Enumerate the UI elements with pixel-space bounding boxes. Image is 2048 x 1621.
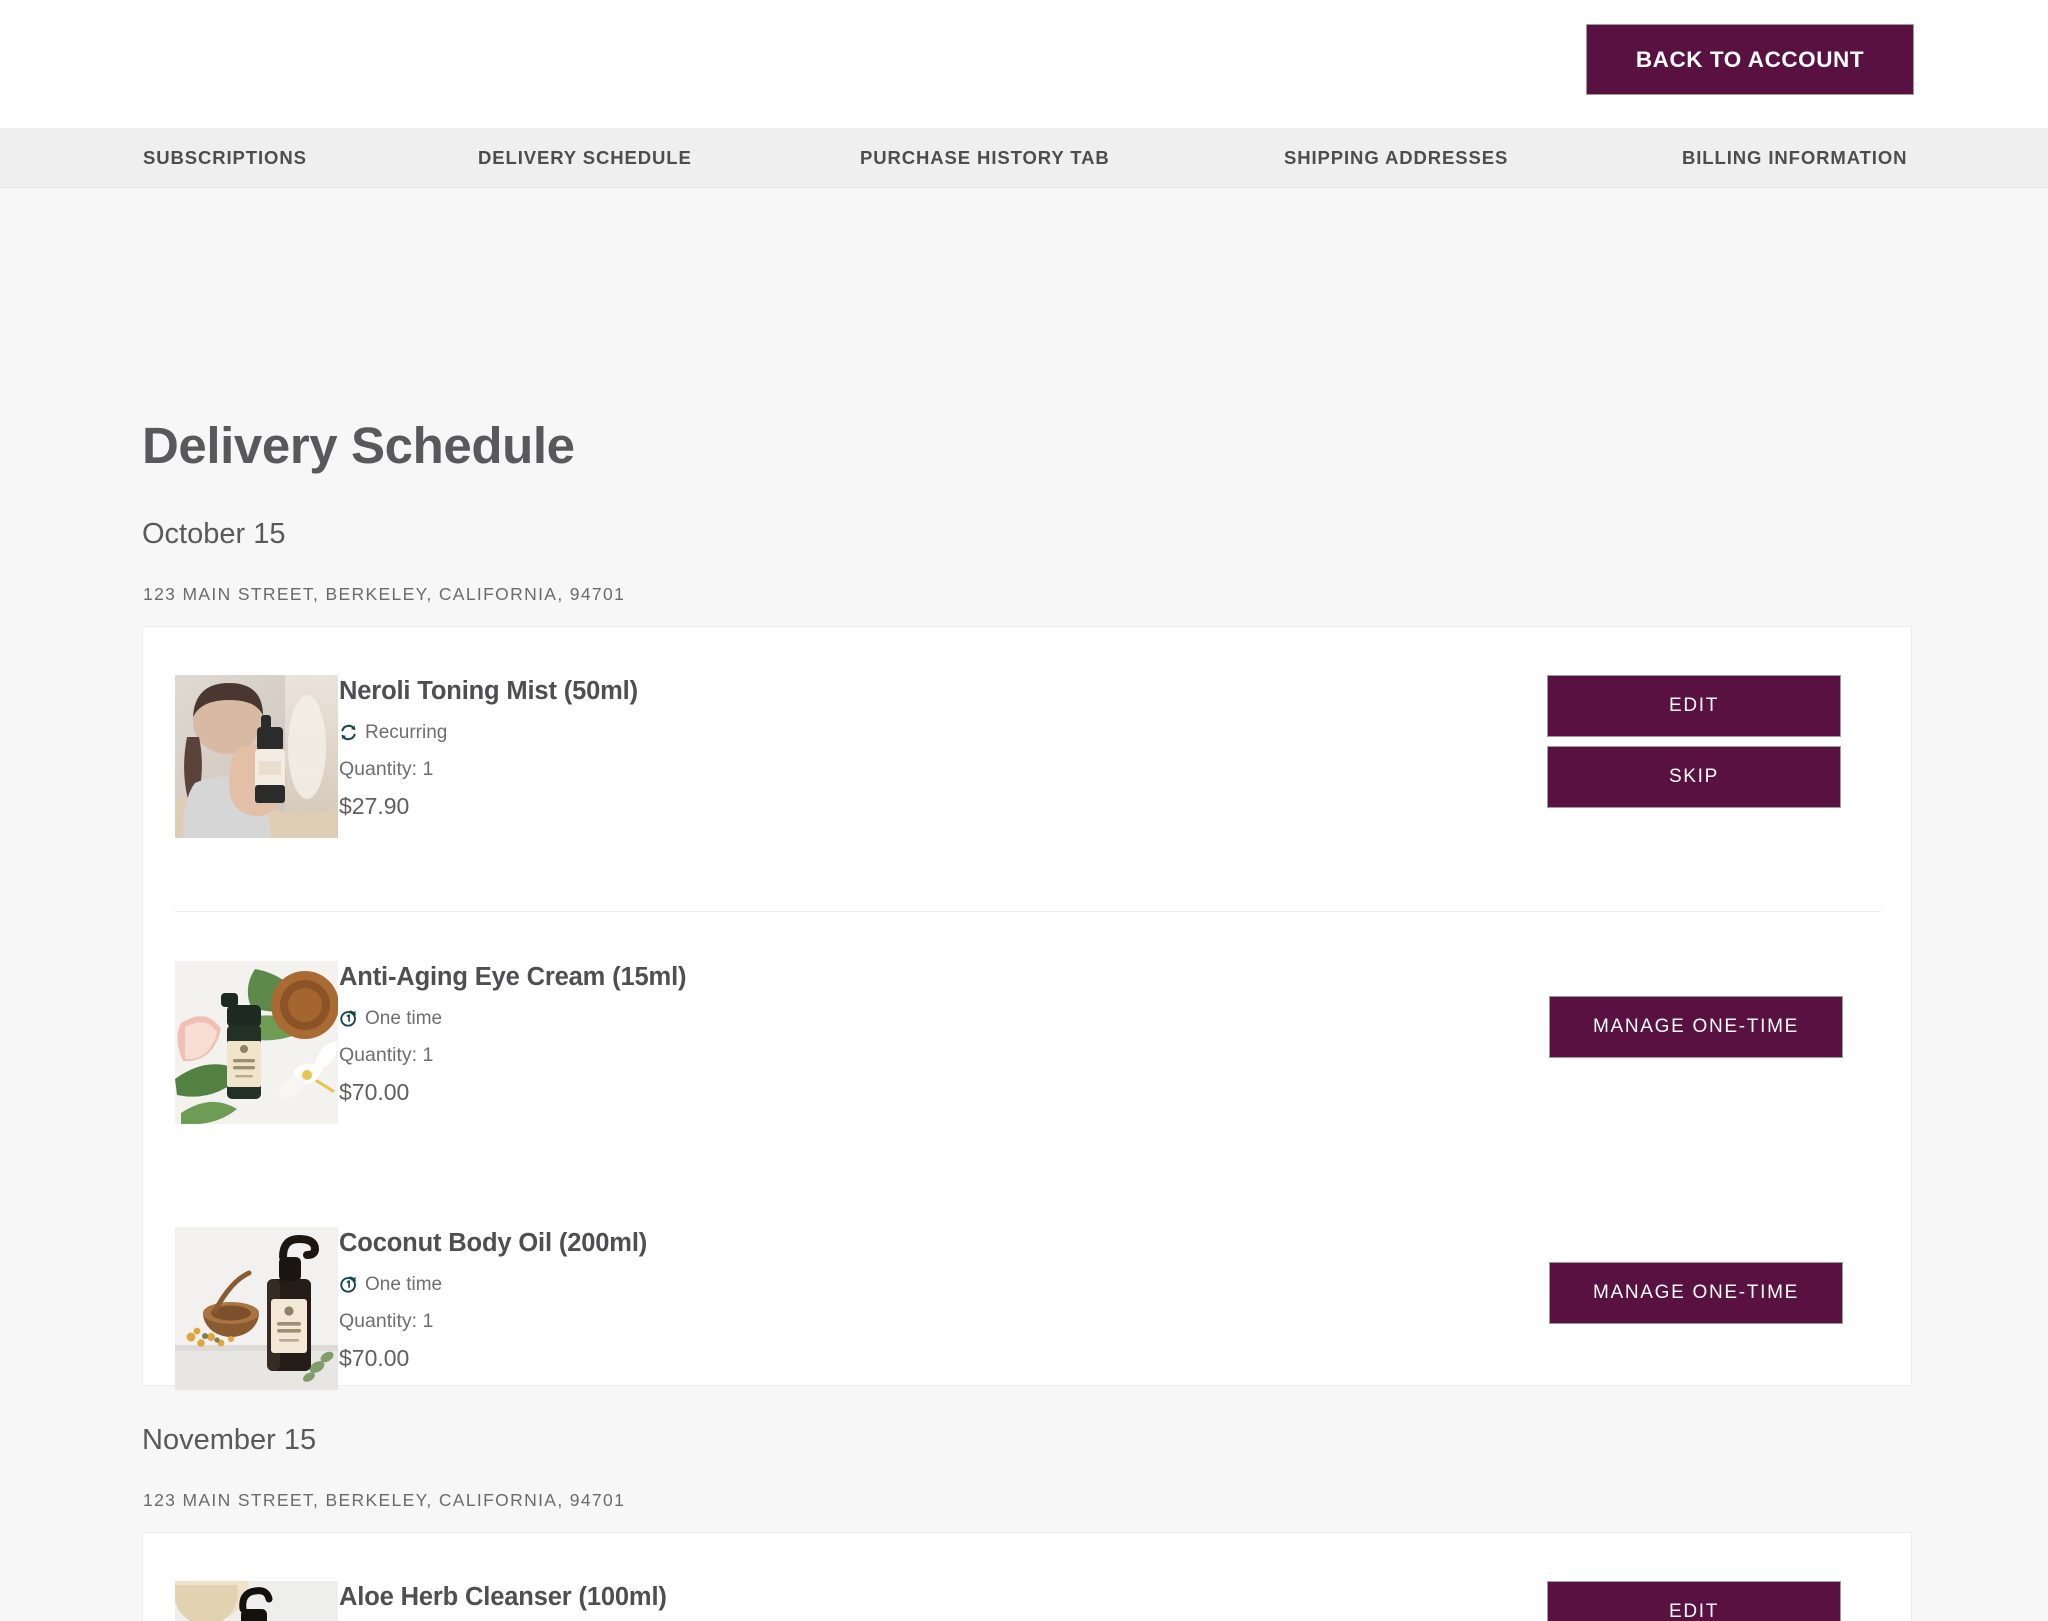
line-item: Neroli Toning Mist (50ml) Recurring Quan… — [143, 675, 1913, 875]
tab-delivery-schedule[interactable]: DELIVERY SCHEDULE — [478, 128, 692, 188]
edit-button[interactable]: EDIT — [1547, 1581, 1841, 1621]
tab-shipping-addresses[interactable]: SHIPPING ADDRESSES — [1284, 128, 1508, 188]
product-title: Anti-Aging Eye Cream (15ml) — [339, 963, 687, 991]
one-time-icon — [339, 1009, 358, 1028]
edit-button[interactable]: EDIT — [1547, 675, 1841, 737]
product-thumbnail — [175, 675, 338, 838]
account-nav-bar: SUBSCRIPTIONS DELIVERY SCHEDULE PURCHASE… — [0, 128, 2048, 188]
product-thumbnail — [175, 1581, 338, 1621]
tab-billing-information[interactable]: BILLING INFORMATION — [1682, 128, 1907, 188]
one-time-icon — [339, 1275, 358, 1294]
product-title: Aloe Herb Cleanser (100ml) — [339, 1583, 667, 1611]
product-title: Neroli Toning Mist (50ml) — [339, 677, 638, 705]
manage-one-time-button[interactable]: MANAGE ONE-TIME — [1549, 996, 1843, 1058]
delivery-card-october: Neroli Toning Mist (50ml) Recurring Quan… — [142, 626, 1913, 1390]
group-address-october: 123 MAIN STREET, BERKELEY, CALIFORNIA, 9… — [143, 584, 626, 604]
delivery-schedule-page: BACK TO ACCOUNT SUBSCRIPTIONS DELIVERY S… — [0, 0, 2048, 1621]
product-frequency: One time — [339, 1275, 442, 1294]
recurring-icon — [339, 723, 358, 742]
delivery-card-november: Aloe Herb Cleanser (100ml) Recurring — [142, 1532, 1912, 1621]
item-divider — [175, 911, 1881, 912]
group-date-november: November 15 — [142, 1424, 317, 1456]
product-quantity: Quantity: 1 — [339, 1310, 434, 1332]
product-price: $27.90 — [339, 793, 410, 819]
line-item: Anti-Aging Eye Cream (15ml) One time Qua… — [143, 961, 1913, 1161]
back-to-account-button[interactable]: BACK TO ACCOUNT — [1586, 24, 1914, 95]
product-thumbnail — [175, 1227, 338, 1390]
account-nav-list: SUBSCRIPTIONS DELIVERY SCHEDULE PURCHASE… — [0, 128, 2048, 188]
product-frequency: One time — [339, 1009, 442, 1028]
product-title: Coconut Body Oil (200ml) — [339, 1229, 648, 1257]
group-address-november: 123 MAIN STREET, BERKELEY, CALIFORNIA, 9… — [143, 1490, 626, 1510]
product-frequency-label: Recurring — [365, 722, 448, 743]
product-quantity: Quantity: 1 — [339, 758, 434, 780]
product-price: $70.00 — [339, 1345, 410, 1371]
tab-purchase-history[interactable]: PURCHASE HISTORY TAB — [860, 128, 1110, 188]
product-frequency-label: One time — [365, 1274, 443, 1295]
line-item: Aloe Herb Cleanser (100ml) Recurring — [143, 1581, 1913, 1621]
product-frequency: Recurring — [339, 723, 447, 742]
top-bar: BACK TO ACCOUNT — [0, 0, 2048, 128]
main-content: Delivery Schedule October 15 123 MAIN ST… — [0, 188, 2048, 1621]
page-title: Delivery Schedule — [142, 417, 575, 474]
skip-button[interactable]: SKIP — [1547, 746, 1841, 808]
product-quantity: Quantity: 1 — [339, 1044, 434, 1066]
product-thumbnail — [175, 961, 338, 1124]
manage-one-time-button[interactable]: MANAGE ONE-TIME — [1549, 1262, 1843, 1324]
tab-subscriptions[interactable]: SUBSCRIPTIONS — [143, 128, 307, 188]
line-item: Coconut Body Oil (200ml) One time Quanti… — [143, 1227, 1913, 1427]
product-price: $70.00 — [339, 1079, 410, 1105]
product-frequency-label: One time — [365, 1008, 443, 1029]
group-date-october: October 15 — [142, 518, 286, 550]
